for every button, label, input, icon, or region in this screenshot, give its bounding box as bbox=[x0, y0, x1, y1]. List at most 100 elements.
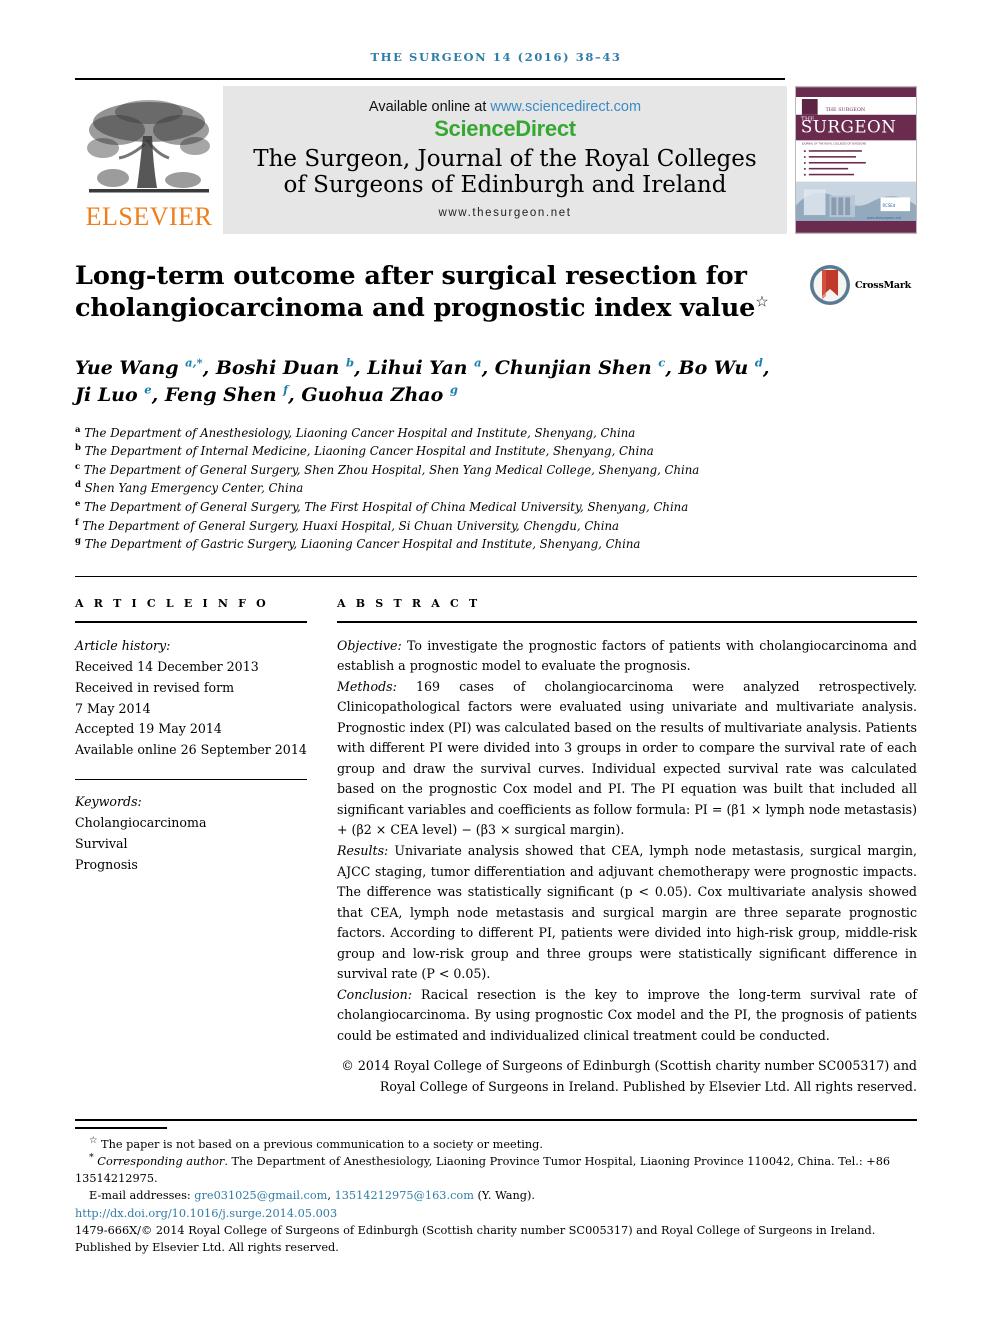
author-affil-marker: g bbox=[449, 382, 458, 397]
abstract-section-text: 169 cases of cholangiocarcinoma were ana… bbox=[337, 678, 917, 838]
affiliation-item: d Shen Yang Emergency Center, China bbox=[75, 479, 917, 498]
author-line-2: Ji Luo e, Feng Shen f, Guohua Zhao g bbox=[75, 382, 458, 406]
author-line-1: Yue Wang a,*, Boshi Duan b, Lihui Yan a,… bbox=[75, 355, 770, 379]
corresponding-author-label: Corresponding author bbox=[97, 1154, 225, 1168]
title-row: Long-term outcome after surgical resecti… bbox=[75, 260, 917, 325]
email-link-1[interactable]: gre031025@gmail.com bbox=[194, 1189, 327, 1202]
email-link-2[interactable]: 13514212975@163.com bbox=[335, 1189, 474, 1202]
article-first-page: THE SURGEON 14 (2016) 38–43 ELSEVIER Ava… bbox=[0, 0, 992, 1323]
sciencedirect-logo: ScienceDirect bbox=[434, 115, 576, 141]
affiliation-text: Shen Yang Emergency Center, China bbox=[84, 481, 304, 496]
footnote-star: ☆ The paper is not based on a previous c… bbox=[75, 1136, 917, 1153]
author-list: Yue Wang a,*, Boshi Duan b, Lihui Yan a,… bbox=[75, 355, 917, 409]
section-divider-bottom bbox=[75, 1119, 917, 1121]
history-item: 7 May 2014 bbox=[75, 700, 151, 716]
journal-title: The Surgeon, Journal of the Royal Colleg… bbox=[253, 145, 757, 199]
affiliation-item: f The Department of General Surgery, Hua… bbox=[75, 517, 917, 536]
email-separator: , bbox=[327, 1189, 335, 1203]
affiliation-text: The Department of Gastric Surgery, Liaon… bbox=[84, 537, 641, 552]
author-affil-marker: b bbox=[345, 355, 355, 370]
affiliation-item: e The Department of General Surgery, The… bbox=[75, 498, 917, 517]
abstract-copyright: © 2014 Royal College of Surgeons of Edin… bbox=[341, 1058, 917, 1094]
history-item: Accepted 19 May 2014 bbox=[75, 721, 222, 737]
history-label: Article history: bbox=[75, 637, 171, 653]
title-line1: Long-term outcome after surgical resecti… bbox=[75, 261, 747, 291]
abstract-section-label: Conclusion: bbox=[337, 986, 412, 1002]
abstract-section-label: Objective: bbox=[337, 637, 402, 653]
affiliation-marker: c bbox=[75, 461, 81, 472]
journal-homepage-url[interactable]: www.thesurgeon.net bbox=[438, 207, 571, 219]
affiliation-text: The Department of Internal Medicine, Lia… bbox=[84, 444, 654, 459]
author-affil-marker: a bbox=[474, 355, 482, 370]
footnote-emails: E-mail addresses: gre031025@gmail.com, 1… bbox=[75, 1187, 917, 1204]
abstract-section-label: Methods: bbox=[337, 678, 397, 694]
journal-cover-image[interactable]: THE SURGEON SURGEON THE JOURNAL OF THE R… bbox=[795, 86, 917, 234]
author-affil-marker: d bbox=[754, 355, 763, 370]
svg-text:THE SURGEON: THE SURGEON bbox=[826, 107, 866, 113]
history-item: Available online 26 September 2014 bbox=[75, 742, 307, 758]
abstract-rule bbox=[337, 621, 917, 623]
available-online-text: Available online at bbox=[368, 98, 491, 115]
header-divider bbox=[75, 78, 785, 80]
elsevier-logo: ELSEVIER bbox=[75, 86, 223, 234]
abstract-section: Conclusion: Racical resection is the key… bbox=[337, 985, 917, 1047]
affiliation-marker: f bbox=[75, 517, 79, 528]
title-footnote-marker: ☆ bbox=[755, 292, 769, 311]
crossmark-label: CrossMark bbox=[855, 279, 912, 291]
journal-masthead: ELSEVIER Available online at www.science… bbox=[75, 86, 917, 234]
issn-copyright-line: 1479-666X/© 2014 Royal College of Surgeo… bbox=[75, 1224, 876, 1255]
svg-text:RCSEd: RCSEd bbox=[883, 203, 896, 208]
page-title: Long-term outcome after surgical resecti… bbox=[75, 260, 809, 325]
doi-link[interactable]: http://dx.doi.org/10.1016/j.surge.2014.0… bbox=[75, 1206, 917, 1223]
journal-title-line1: The Surgeon, Journal of the Royal Colleg… bbox=[253, 145, 757, 172]
footnote-corresponding: * Corresponding author. The Department o… bbox=[75, 1153, 917, 1187]
abstract-section-text: Univariate analysis showed that CEA, lym… bbox=[337, 843, 917, 982]
author-affil-marker: c bbox=[658, 355, 666, 370]
keyword-item: Prognosis bbox=[75, 856, 138, 872]
abstract-column: A B S T R A C T Objective: To investigat… bbox=[323, 597, 917, 1097]
abstract-section-text: To investigate the prognostic factors of… bbox=[337, 637, 917, 674]
author-affil-marker: a,* bbox=[185, 355, 203, 370]
svg-text:www.thesurgeon.net: www.thesurgeon.net bbox=[867, 216, 902, 220]
keyword-item: Cholangiocarcinoma bbox=[75, 815, 207, 831]
author-affil-marker: f bbox=[283, 382, 289, 397]
footnote-corresponding-marker: * bbox=[89, 1151, 94, 1163]
footnote-star-marker: ☆ bbox=[89, 1134, 98, 1146]
affiliation-item: b The Department of Internal Medicine, L… bbox=[75, 442, 917, 461]
article-info-rule bbox=[75, 621, 307, 623]
section-divider-top bbox=[75, 575, 917, 578]
email-attribution: (Y. Wang). bbox=[473, 1189, 535, 1203]
crossmark-icon bbox=[810, 265, 850, 305]
sciencedirect-link[interactable]: www.sciencedirect.com bbox=[490, 99, 641, 115]
affiliation-marker: b bbox=[75, 443, 81, 454]
affiliation-marker: g bbox=[75, 536, 81, 547]
affiliation-text: The Department of Anesthesiology, Liaoni… bbox=[84, 425, 636, 440]
affiliation-marker: e bbox=[75, 499, 81, 510]
affiliation-item: c The Department of General Surgery, She… bbox=[75, 461, 917, 480]
svg-text:JOURNAL OF THE ROYAL COLLEGES: JOURNAL OF THE ROYAL COLLEGES OF SURGEON… bbox=[801, 141, 867, 145]
author-affil-marker: e bbox=[144, 382, 152, 397]
affiliation-text: The Department of General Surgery, Shen … bbox=[83, 462, 700, 477]
abstract-section: Methods: 169 cases of cholangiocarcinoma… bbox=[337, 677, 917, 841]
available-online-line: Available online at www.sciencedirect.co… bbox=[369, 99, 641, 115]
keywords-block: Keywords: Cholangiocarcinoma Survival Pr… bbox=[75, 792, 307, 876]
article-info-column: A R T I C L E I N F O Article history: R… bbox=[75, 597, 323, 1097]
abstract-body: Objective: To investigate the prognostic… bbox=[337, 636, 917, 1097]
abstract-section-text: Racical resection is the key to improve … bbox=[337, 986, 917, 1043]
abstract-section: Objective: To investigate the prognostic… bbox=[337, 636, 917, 677]
keyword-item: Survival bbox=[75, 835, 128, 851]
affiliation-item: g The Department of Gastric Surgery, Lia… bbox=[75, 535, 917, 554]
article-history: Article history: Received 14 December 20… bbox=[75, 636, 307, 761]
journal-title-line2: of Surgeons of Edinburgh and Ireland bbox=[283, 171, 727, 198]
keywords-divider bbox=[75, 779, 307, 781]
history-item: Received 14 December 2013 bbox=[75, 658, 259, 674]
crossmark-badge[interactable]: CrossMark bbox=[809, 260, 917, 306]
affiliation-text: The Department of General Surgery, Huaxi… bbox=[82, 518, 620, 533]
abstract-section-label: Results: bbox=[337, 843, 389, 858]
affiliation-marker: a bbox=[75, 424, 81, 435]
keywords-label: Keywords: bbox=[75, 794, 142, 810]
title-line2: cholangiocarcinoma and prognostic index … bbox=[75, 293, 756, 324]
footnote-divider bbox=[75, 1127, 167, 1129]
info-abstract-columns: A R T I C L E I N F O Article history: R… bbox=[75, 597, 917, 1097]
abstract-heading: A B S T R A C T bbox=[337, 597, 481, 611]
